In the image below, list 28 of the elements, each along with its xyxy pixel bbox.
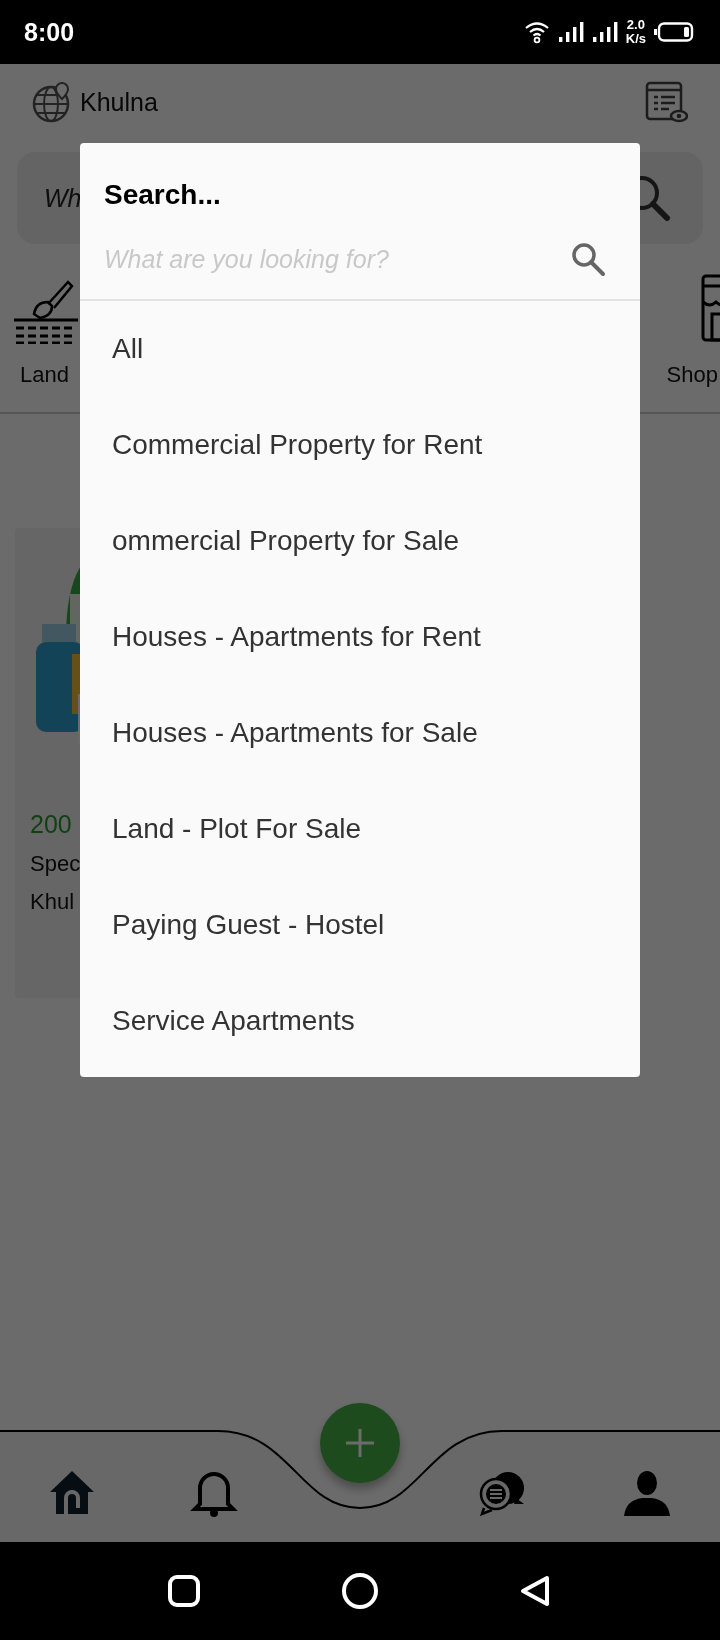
battery-icon	[654, 22, 694, 42]
dialog-title: Search...	[104, 179, 222, 211]
location-label[interactable]: Khulna	[80, 87, 158, 117]
wifi-icon	[523, 20, 550, 44]
signal-icon	[591, 21, 618, 43]
signal-icon	[557, 21, 584, 43]
listing-price: 200	[29, 810, 72, 839]
listing-title: Spec	[29, 851, 81, 877]
category-option[interactable]: All	[80, 301, 640, 397]
home-icon[interactable]	[48, 1468, 96, 1516]
category-label[interactable]: Shop	[660, 362, 720, 388]
category-option[interactable]: Houses - Apartments for Rent	[80, 589, 640, 685]
category-option[interactable]: Houses - Apartments for Sale	[80, 685, 640, 781]
category-option[interactable]: ommercial Property for Sale	[80, 493, 640, 589]
home-circle-icon[interactable]	[341, 1572, 379, 1610]
plus-icon	[345, 1428, 375, 1458]
speed-value: 2.0	[626, 18, 645, 32]
listing-location: Khul	[29, 889, 75, 915]
status-time: 8:00	[24, 17, 75, 47]
category-option[interactable]: Paying Guest - Hostel	[80, 877, 640, 973]
recent-apps-icon[interactable]	[167, 1574, 201, 1608]
category-option[interactable]: Land - Plot For Sale	[80, 781, 640, 877]
profile-icon[interactable]	[622, 1468, 672, 1518]
list-view-icon[interactable]	[644, 80, 688, 124]
speed-unit: K/s	[625, 32, 646, 46]
category-option[interactable]: Commercial Property for Rent	[80, 397, 640, 493]
category-option[interactable]: Service Apartments	[80, 973, 640, 1069]
category-label[interactable]: Land	[14, 362, 69, 388]
